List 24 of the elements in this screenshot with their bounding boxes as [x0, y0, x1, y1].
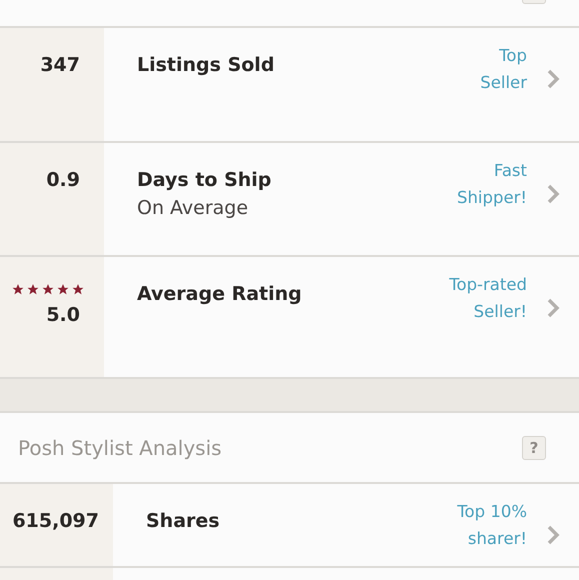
stat-value: 615,097: [12, 510, 99, 532]
chevron-right-icon[interactable]: [546, 68, 560, 90]
stat-value: 347: [40, 54, 80, 76]
help-button[interactable]: ?: [522, 436, 546, 460]
stat-title: Shares: [146, 510, 221, 532]
chevron-right-icon[interactable]: [546, 524, 560, 546]
star-icon: [56, 283, 70, 296]
badge-link[interactable]: Top 10% sharer!: [457, 484, 527, 566]
stat-title: Listings Sold: [137, 54, 276, 76]
chevron-right-icon[interactable]: [546, 297, 560, 319]
star-icon: [71, 283, 85, 296]
star-icon: [11, 283, 25, 296]
stat-value: 5.0: [46, 304, 80, 326]
badge-link[interactable]: Top Seller: [480, 28, 527, 141]
stat-subtitle: On Average: [137, 197, 250, 219]
stat-title: Average Rating: [137, 283, 303, 305]
stat-value: 0.9: [46, 169, 80, 191]
stat-title: Days to Ship: [137, 169, 272, 191]
section-title: Posh Stylist Analysis: [18, 436, 222, 460]
badge-link[interactable]: Top-rated Seller!: [449, 257, 527, 377]
star-icon: [26, 283, 40, 296]
star-icon: [41, 283, 55, 296]
badge-link[interactable]: Fast Shipper!: [456, 143, 527, 255]
chevron-right-icon[interactable]: [546, 183, 560, 205]
